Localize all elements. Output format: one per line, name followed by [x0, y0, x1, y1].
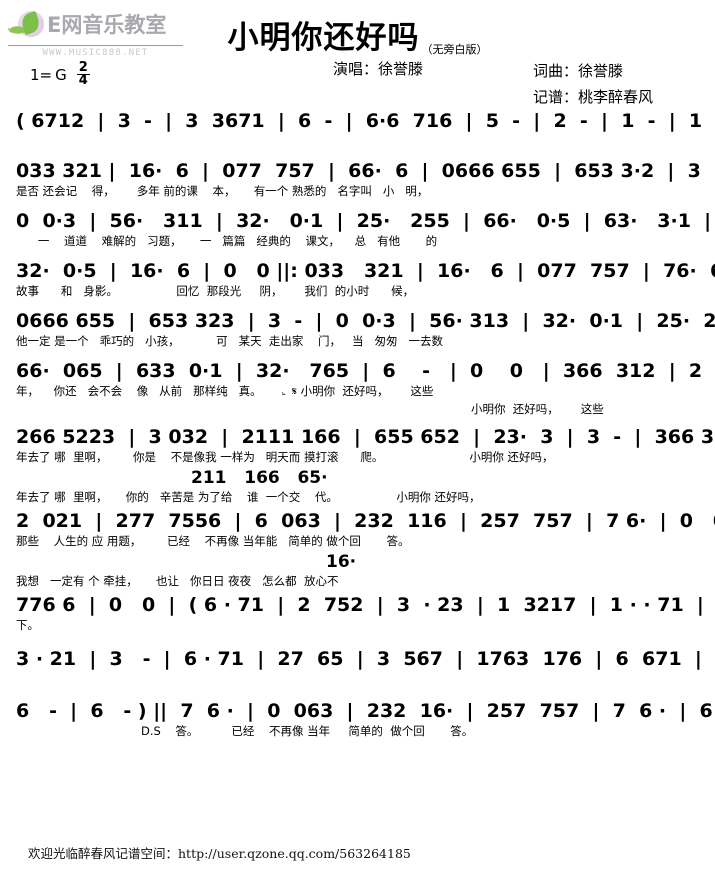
lyrics-row: D.S 答。 已经 不再像 当年 简单的 做个回 答。: [141, 724, 474, 738]
score-system-3: 32· 0·5 | 16· 6 | 0 0 ||: 033 321 | 16· …: [16, 252, 715, 302]
notes-row: 2 021 | 277 7556 | 6 063 | 232 116 | 257…: [16, 510, 715, 532]
lyrics-left: 年去了 哪 里啊， 你是 不是像我 一样为 明天而 摸打滚 爬。: [16, 450, 384, 464]
credit-singer: 演唱：徐誉滕: [333, 60, 424, 78]
lyrics-row: 故事 和 身影。 回忆 那段光 阴， 我们 的小时 候，: [16, 284, 415, 298]
notes-row: 66· 065 | 633 0·1 | 32· 765 | 6 - | 0 0 …: [16, 360, 715, 382]
score-system-10: 6 - | 6 - ) || 7 6 · | 0 063 | 232 16· |…: [16, 692, 715, 744]
ossia-notes-row: 211 166 65·: [191, 468, 328, 488]
segno-icon: 𝅊: [281, 383, 287, 399]
notes-row: 0 0·3 | 56· 311 | 32· 0·1 | 25· 255 | 66…: [16, 210, 712, 232]
music-score: ( 6712 | 3 - | 3 3671 | 6 - | 6·6 716 | …: [0, 102, 715, 744]
sheet-header: E网音乐教室 WWW.MUSIC888.NET 1= G 2 4 小明你还好吗（…: [0, 0, 715, 106]
notes-row: 0666 655 | 653 323 | 3 - | 0 0·3 | 56· 3…: [16, 310, 715, 332]
score-system-6: 266 5223 | 3 032 | 2111 166 | 655 652 | …: [16, 418, 715, 504]
notes-row: 3 · 21 | 3 - | 6 · 71 | 27 65 | 3 567 | …: [16, 648, 715, 670]
credits-block: 演唱：徐誉滕 词曲：徐誉滕 记谱：桃李醉春风: [0, 58, 715, 106]
lyrics-refrain-1: 𝄋 小明你 还好吗， 这些: [292, 384, 434, 398]
song-title: 小明你还好吗: [227, 20, 420, 56]
lyrics-row: 年， 你还 会不会 像 从前 那样纯 真。 𝅊 𝄋 小明你 还好吗， 这些: [16, 382, 699, 400]
lyrics-row: 一 道道 难解的 习题， 一 篇篇 经典的 课文， 总 有他 的: [16, 234, 438, 248]
score-system-5: 66· 065 | 633 0·1 | 32· 765 | 6 - | 0 0 …: [16, 352, 715, 418]
lyrics-refrain-1: 小明你 还好吗，: [469, 450, 554, 464]
credit-composer: 词曲：徐誉滕: [533, 62, 624, 80]
score-system-4: 0666 655 | 653 323 | 3 - | 0 0·3 | 56· 3…: [16, 302, 715, 352]
notes-row: 776 6 | 0 0 | ( 6 · 71 | 2 752 | 3 · 23 …: [16, 594, 715, 616]
score-system-8: 776 6 | 0 0 | ( 6 · 71 | 2 752 | 3 · 23 …: [16, 586, 715, 640]
score-system-1: 033 321 | 16· 6 | 077 757 | 66· 6 | 0666…: [16, 152, 715, 202]
ossia-notes-row: 16·: [326, 552, 357, 572]
notes-row: ( 6712 | 3 - | 3 3671 | 6 - | 6·6 716 | …: [16, 110, 715, 132]
lyrics-row: 是否 还会记 得， 多年 前的课 本， 有一个 熟悉的 名字叫 小 明，: [16, 184, 429, 198]
lyrics-row-alt: 小明你 还好吗， 这些: [471, 402, 604, 416]
notes-row: 266 5223 | 3 032 | 2111 166 | 655 652 | …: [16, 426, 715, 448]
notes-row: 32· 0·5 | 16· 6 | 0 0 ||: 033 321 | 16· …: [16, 260, 715, 282]
lyrics-row: 那些 人生的 应 用题， 已经 不再像 当年能 简单的 做个回 答。: [16, 534, 410, 548]
notes-row: 6 - | 6 - ) || 7 6 · | 0 063 | 232 16· |…: [16, 700, 715, 722]
lyrics-row: 他一定 是一个 乖巧的 小孩， 可 某天 走出家 门， 当 匆匆 一去数: [16, 334, 443, 348]
lyrics-row: 年去了 哪 里啊， 你是 不是像我 一样为 明天而 摸打滚 爬。 小明你 还好吗…: [16, 448, 699, 466]
footer-note: 欢迎光临醉春风记谱空间：http://user.qzone.qq.com/563…: [28, 846, 411, 861]
lyrics-left: 年， 你还 会不会 像 从前 那样纯 真。: [16, 384, 262, 398]
score-system-intro: ( 6712 | 3 - | 3 3671 | 6 - | 6·6 716 | …: [16, 102, 715, 152]
lyrics-row: 下。: [16, 618, 39, 632]
score-system-2: 0 0·3 | 56· 311 | 32· 0·1 | 25· 255 | 66…: [16, 202, 712, 252]
score-system-7: 2 021 | 277 7556 | 6 063 | 232 116 | 257…: [16, 502, 715, 588]
title-block: 小明你还好吗 （无旁白版）: [0, 12, 715, 57]
score-system-9: 3 · 21 | 3 - | 6 · 71 | 27 65 | 3 567 | …: [16, 640, 715, 692]
notes-row: 033 321 | 16· 6 | 077 757 | 66· 6 | 0666…: [16, 160, 715, 182]
song-subtitle: （无旁白版）: [421, 43, 488, 56]
